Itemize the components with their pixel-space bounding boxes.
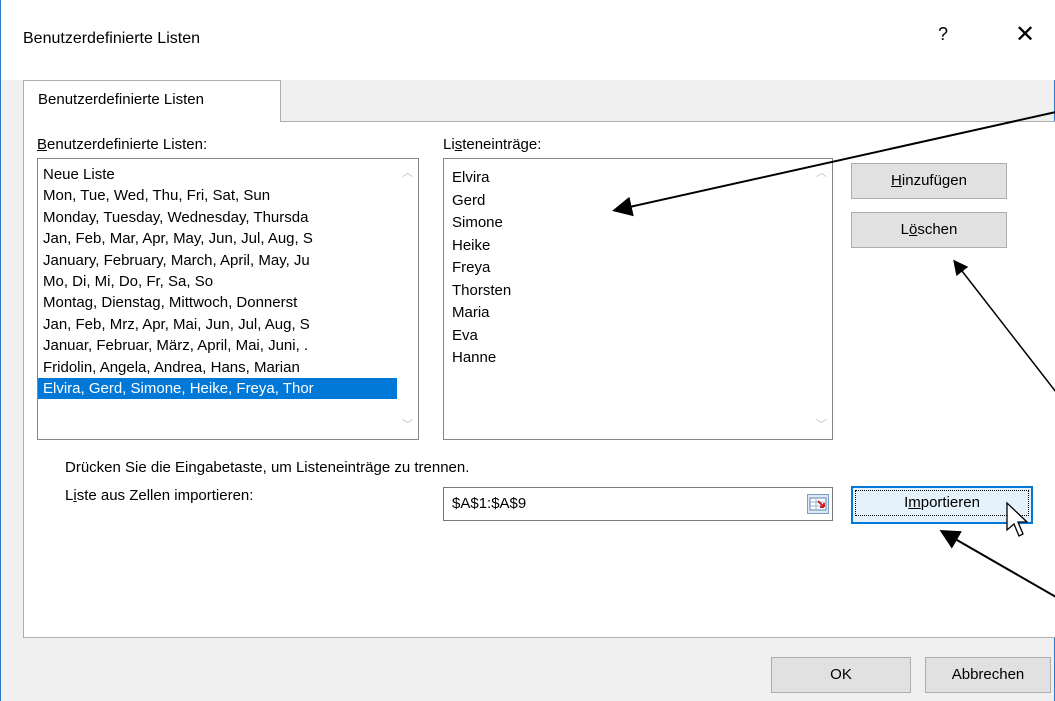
custom-lists-label: Benutzerdefinierte Listen:: [37, 136, 208, 153]
list-item[interactable]: Januar, Februar, März, April, Mai, Juni,…: [38, 335, 418, 356]
import-label: Liste aus Zellen importieren:: [65, 487, 254, 504]
tab-custom-lists[interactable]: Benutzerdefinierte Listen: [23, 80, 281, 122]
range-selector-icon[interactable]: [807, 494, 829, 514]
tab-label: Benutzerdefinierte Listen: [38, 91, 204, 108]
entry-line: Heike: [452, 236, 491, 254]
custom-lists-scrollbar[interactable]: ︿ ﹀: [397, 159, 418, 439]
scroll-up-icon[interactable]: ︿: [816, 168, 827, 179]
list-item[interactable]: Mon, Tue, Wed, Thu, Fri, Sat, Sun: [38, 185, 418, 206]
custom-lists-dialog: Benutzerdefinierte Listen ? ✕ Benutzerde…: [0, 0, 1055, 701]
help-button[interactable]: ?: [933, 24, 953, 45]
dialog-title: Benutzerdefinierte Listen: [23, 30, 200, 47]
list-entries-label: Listeneinträge:: [443, 136, 542, 153]
scroll-down-icon[interactable]: ﹀: [402, 420, 413, 431]
cancel-button[interactable]: Abbrechen: [925, 657, 1051, 693]
list-item[interactable]: Jan, Feb, Mar, Apr, May, Jun, Jul, Aug, …: [38, 228, 418, 249]
entry-line: Freya: [452, 259, 491, 276]
entry-line: Thorsten: [452, 281, 512, 299]
add-button[interactable]: Hinzufügen: [851, 163, 1007, 199]
list-item-selected[interactable]: Elvira, Gerd, Simone, Heike, Freya, Thor: [38, 377, 418, 400]
close-button[interactable]: ✕: [1011, 20, 1039, 49]
import-button[interactable]: Importieren: [851, 486, 1033, 524]
list-entries-scrollbar[interactable]: ︿ ﹀: [811, 159, 832, 439]
ok-button[interactable]: OK: [771, 657, 911, 693]
list-item[interactable]: Jan, Feb, Mrz, Apr, Mai, Jun, Jul, Aug, …: [38, 314, 418, 335]
list-item[interactable]: Mo, Di, Mi, Do, Fr, Sa, So: [38, 271, 418, 292]
import-range-field[interactable]: $A$1:$A$9: [443, 487, 833, 521]
list-item[interactable]: Monday, Tuesday, Wednesday, Thursda: [38, 207, 418, 228]
custom-lists-listbox[interactable]: Neue Liste Mon, Tue, Wed, Thu, Fri, Sat,…: [37, 158, 419, 440]
list-item[interactable]: Montag, Dienstag, Mittwoch, Donnerst: [38, 292, 418, 313]
import-range-value: $A$1:$A$9: [452, 495, 527, 512]
list-item[interactable]: Fridolin, Angela, Andrea, Hans, Marian: [38, 357, 418, 378]
entry-line: Simone: [452, 214, 503, 231]
list-entries-textbox[interactable]: Elvira Gerd Simone Heike Freya Thorsten …: [443, 158, 833, 440]
list-item[interactable]: January, February, March, April, May, Ju: [38, 250, 418, 271]
entry-line: Elvira: [452, 169, 490, 186]
scroll-down-icon[interactable]: ﹀: [816, 420, 827, 431]
entry-line: Hanne: [452, 349, 497, 366]
entry-line: Eva: [452, 326, 478, 344]
entry-line: Maria: [452, 304, 490, 321]
delete-button[interactable]: Löschen: [851, 212, 1007, 248]
scroll-up-icon[interactable]: ︿: [402, 168, 413, 179]
title-bar: Benutzerdefinierte Listen ? ✕: [1, 0, 1055, 80]
entry-line: Gerd: [452, 191, 486, 209]
list-item[interactable]: Neue Liste: [38, 164, 418, 185]
separator-hint: Drücken Sie die Eingabetaste, um Listene…: [65, 459, 470, 476]
